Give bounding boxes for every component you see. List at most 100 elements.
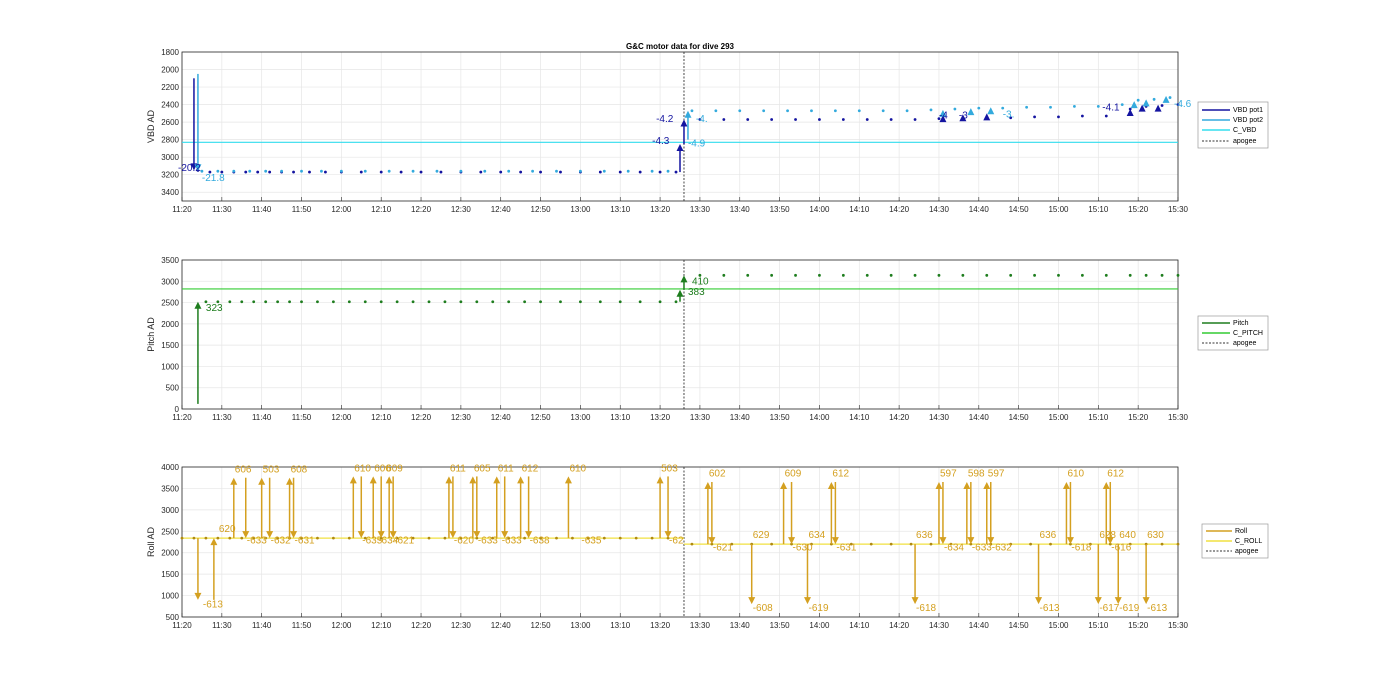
roll-data-label: -613 <box>203 600 223 611</box>
roll-data-label: -621 <box>713 543 733 554</box>
x-tick-label: 15:20 <box>1128 205 1149 214</box>
vbd-data-label: -20.2 <box>178 163 201 174</box>
pitch-point <box>794 273 797 277</box>
roll-data-label: -613 <box>1147 603 1167 614</box>
x-tick-label: 11:50 <box>292 205 312 214</box>
vbd-data-label: -21.8 <box>202 173 225 184</box>
roll-data-label: 611 <box>498 463 514 474</box>
pot1-point <box>439 170 443 174</box>
pot2-point <box>1136 98 1140 102</box>
pot1-point <box>1080 114 1084 118</box>
pitch-point <box>618 300 622 304</box>
pitch-point <box>1176 273 1180 277</box>
pot2-point <box>714 109 718 113</box>
pot2-point <box>881 109 885 113</box>
x-tick-label: 13:10 <box>610 413 631 422</box>
roll-arrow-head <box>230 477 238 485</box>
roll-point <box>690 542 694 546</box>
roll-data-label: -633 <box>247 536 267 547</box>
pot2-point <box>411 169 415 173</box>
pot1-point <box>889 118 893 121</box>
pot2-point <box>833 109 837 113</box>
y-tick-label: 2000 <box>161 66 179 75</box>
x-tick-label: 12:00 <box>331 621 352 630</box>
pot1-point <box>841 118 845 121</box>
pitch-point <box>559 300 562 304</box>
x-tick-label: 13:20 <box>650 413 671 422</box>
pitch-point <box>985 273 989 277</box>
x-tick-label: 11:30 <box>212 621 232 630</box>
y-tick-label: 2500 <box>161 527 179 536</box>
pot1-point <box>674 170 678 174</box>
x-tick-label: 15:00 <box>1048 205 1069 214</box>
roll-data-label: -613 <box>1040 603 1060 614</box>
x-tick-label: 12:10 <box>371 413 392 422</box>
x-tick-label: 12:20 <box>411 413 432 422</box>
pot1-point <box>292 170 295 174</box>
vbd-data-label: -4. <box>696 114 708 125</box>
roll-arrow-head <box>963 482 971 489</box>
x-tick-label: 12:50 <box>531 621 552 630</box>
roll-point <box>770 542 774 546</box>
roll-data-label: -621 <box>394 536 414 547</box>
roll-data-label: 612 <box>832 468 849 479</box>
pot1-point <box>1057 115 1060 119</box>
vbd-data-label: -4.2 <box>656 114 674 125</box>
x-tick-label: 12:40 <box>491 621 512 630</box>
roll-point <box>571 536 574 540</box>
x-tick-label: 15:10 <box>1088 413 1109 422</box>
roll-data-label: 610 <box>569 463 586 474</box>
pot1-arrow-head <box>1126 108 1134 116</box>
roll-data-label: -635 <box>581 536 601 547</box>
y-tick-label: 2600 <box>161 118 179 127</box>
pitch-point <box>1009 273 1013 277</box>
x-tick-label: 14:30 <box>929 413 950 422</box>
pitch-data-label: 410 <box>692 277 709 288</box>
roll-data-label: -632 <box>992 543 1012 554</box>
roll-data-label: 611 <box>450 463 466 474</box>
roll-data-label: 597 <box>988 468 1005 479</box>
y-tick-label: 2800 <box>161 136 179 145</box>
x-tick-label: 11:30 <box>212 413 232 422</box>
x-tick-label: 12:20 <box>411 621 432 630</box>
pot2-point <box>459 169 463 173</box>
pitch-point <box>818 273 821 277</box>
roll-point <box>192 536 196 540</box>
pot2-point <box>762 109 766 113</box>
pitch-point <box>1033 273 1036 277</box>
x-tick-label: 13:20 <box>650 621 671 630</box>
pitch-point <box>1080 273 1084 277</box>
roll-arrow-head <box>517 476 525 484</box>
pitch-point <box>507 300 511 304</box>
pitch-point <box>475 300 479 304</box>
roll-arrow-head <box>780 482 788 489</box>
pot2-point <box>1049 105 1052 109</box>
pot2-point <box>626 169 630 173</box>
x-tick-label: 12:00 <box>331 205 352 214</box>
pot2-point <box>666 169 670 173</box>
pitch-point <box>638 300 642 304</box>
roll-point <box>1029 542 1032 546</box>
roll-point <box>889 542 893 546</box>
legend-pitch: Pitch <box>1233 320 1249 327</box>
roll-point <box>650 536 654 540</box>
pot2-point <box>977 106 981 110</box>
pot1-point <box>794 118 797 121</box>
roll-data-label: 602 <box>709 468 726 479</box>
roll-data-label: 610 <box>1067 468 1084 479</box>
pitch-data-label: 323 <box>206 303 223 314</box>
pot2-point <box>320 169 323 173</box>
x-tick-label: 15:30 <box>1168 413 1189 422</box>
roll-arrow-head <box>1102 482 1110 489</box>
roll-data-label: -631 <box>295 536 315 547</box>
roll-point <box>228 536 232 540</box>
pot1-point <box>308 170 311 174</box>
roll-arrow-head <box>1062 482 1070 489</box>
roll-data-label: 609 <box>386 463 403 474</box>
roll-point <box>316 536 319 540</box>
vbd-panel: 11:20 11:30 11:40 11:50 12:00 12:10 12:20 12:30… <box>146 48 1192 214</box>
roll-data-label: -618 <box>1071 543 1091 554</box>
pitch-point <box>240 300 244 304</box>
y-tick-label: 0 <box>175 405 180 414</box>
pot2-point <box>929 108 933 112</box>
